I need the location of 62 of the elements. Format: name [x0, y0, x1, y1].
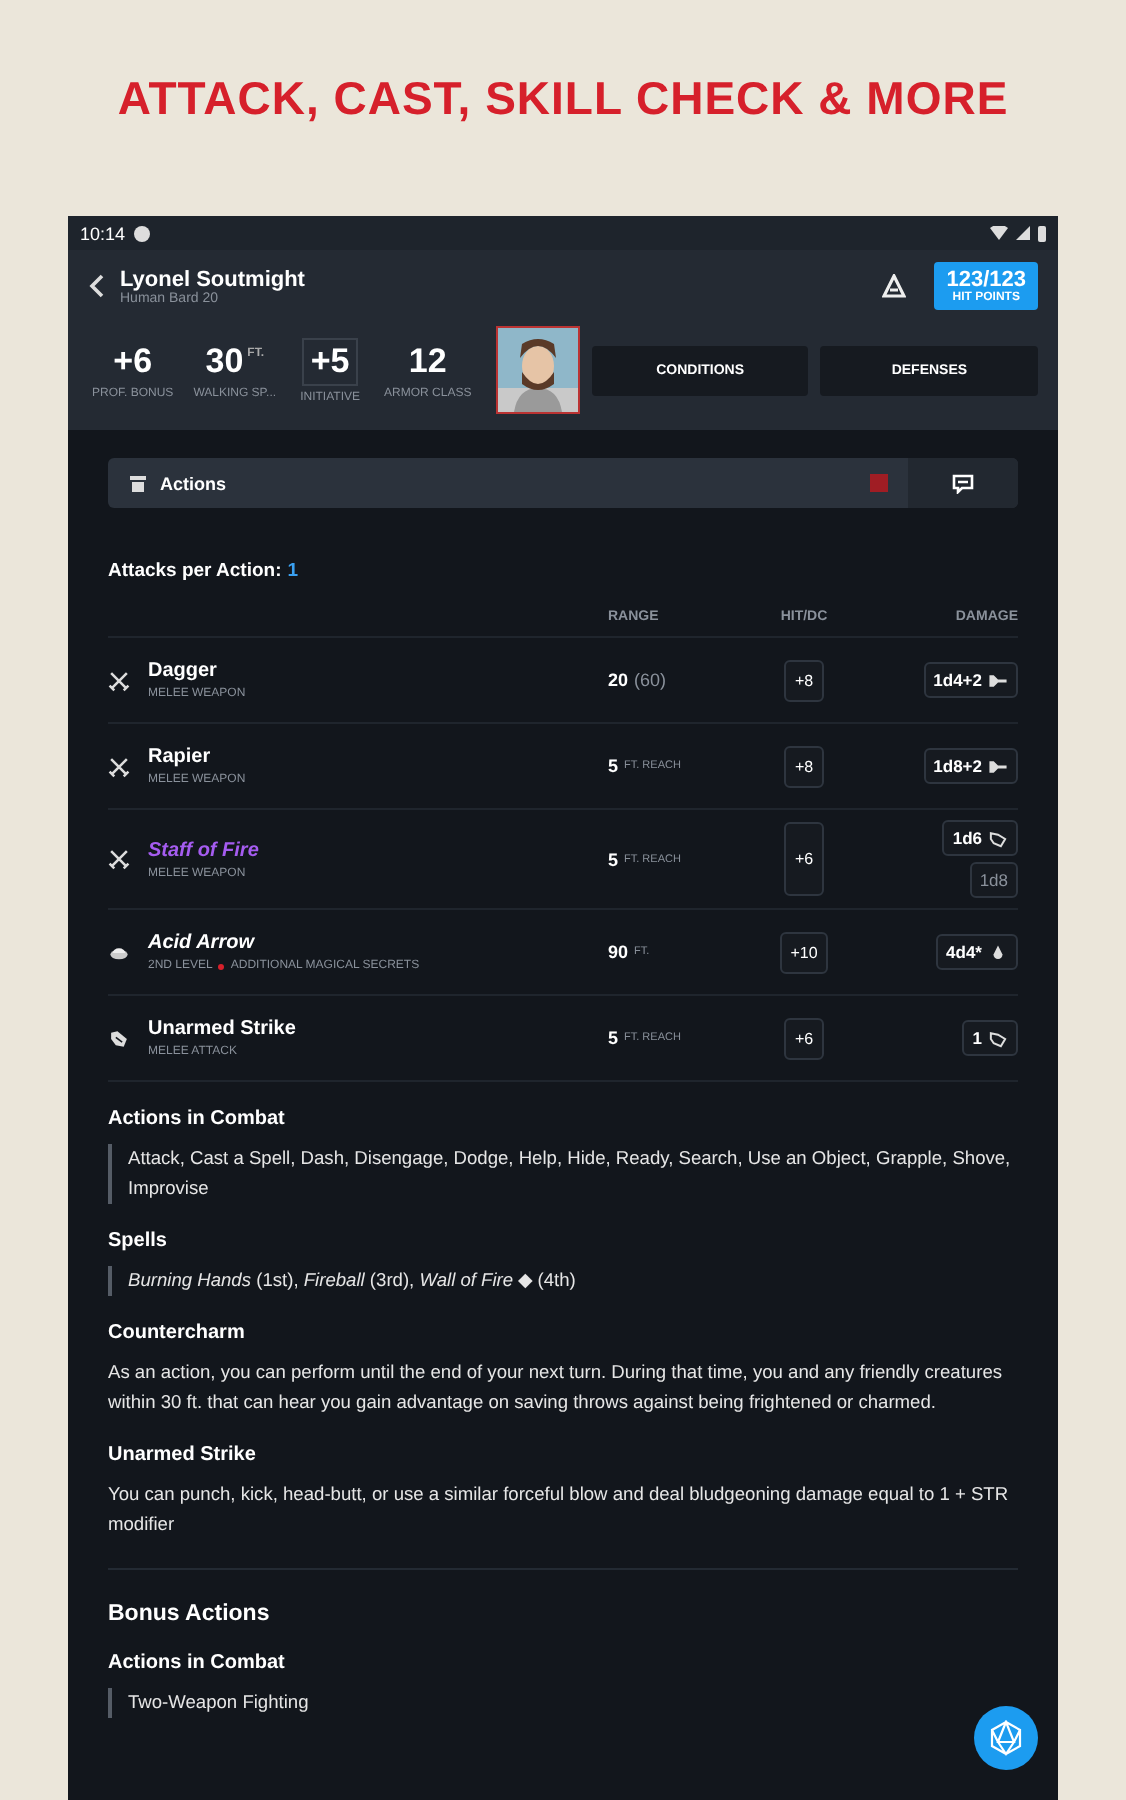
range-note: (60): [634, 670, 667, 690]
attack-name[interactable]: Acid Arrow: [148, 932, 254, 954]
section-bar[interactable]: Actions: [108, 458, 1018, 508]
block-title: Spells: [108, 1230, 169, 1252]
hit-button[interactable]: +6: [784, 1017, 824, 1059]
stat-value[interactable]: +5: [302, 337, 358, 385]
damage-button[interactable]: 1d4+2: [923, 662, 1018, 698]
hit-button[interactable]: +8: [784, 659, 824, 701]
notification-icon: [133, 225, 150, 241]
attack-name[interactable]: Staff of Fire: [148, 839, 259, 861]
headline: ATTACK, CAST, SKILL CHECK & MORE: [117, 71, 1009, 125]
attack-name[interactable]: Unarmed Strike: [148, 1018, 296, 1040]
range-value: 5: [608, 1028, 619, 1048]
dice-button[interactable]: [974, 1706, 1038, 1770]
attacks-per-action-value: 1: [287, 560, 299, 582]
acid-drop-icon: [988, 943, 1008, 961]
range-value: 5: [608, 756, 619, 776]
stat-value: 30$^{FT.}$: [205, 341, 264, 381]
status-time: 10:14: [80, 223, 126, 243]
d20-icon: [988, 1720, 1024, 1756]
back-icon[interactable]: [88, 272, 108, 300]
damage-button[interactable]: 1d8+2: [923, 748, 1018, 784]
block-title: Actions in Combat: [108, 1652, 287, 1674]
piercing-icon: [988, 757, 1008, 775]
wifi-icon: [990, 226, 1008, 240]
range-value: 90: [608, 942, 629, 962]
block-text: As an action, you can perform until the end of your next turn. During that time, you and any friendly creatures within 30 ft. that can hear you gain advantage on saving throws against being frightened or charmed.: [108, 1360, 1005, 1416]
piercing-icon: [988, 671, 1008, 689]
damage-button[interactable]: 4d4*: [936, 934, 1018, 970]
range-value: 5: [608, 849, 619, 869]
notes-button[interactable]: [908, 458, 1018, 508]
attack-name[interactable]: Dagger: [148, 660, 217, 682]
battery-icon: [1038, 225, 1046, 241]
hit-button[interactable]: +6: [784, 822, 824, 896]
hit-button[interactable]: +10: [780, 931, 828, 973]
signal-icon: [1016, 226, 1030, 240]
stat-value: +6: [113, 341, 153, 381]
actions-icon: [128, 473, 148, 493]
character-name: Lyonel Soutmight: [120, 267, 307, 291]
block-text: You can punch, kick, head-butt, or use a similar forceful blow and deal bludgeoning damage equal to 1 + STR modifier: [108, 1482, 1011, 1538]
block-title: Unarmed Strike: [108, 1444, 258, 1466]
section-title: Actions: [160, 473, 227, 493]
separator-dot: [218, 963, 225, 969]
crossed-swords-icon: [108, 669, 130, 691]
attack-name[interactable]: Rapier: [148, 746, 211, 768]
stat-value: 12: [408, 341, 447, 381]
block-text: Attack, Cast a Spell, Dash, Disengage, Dodge, Help, Hide, Ready, Search, Use an Object, Grapple, Shove, Improvise: [108, 1144, 1018, 1204]
damage-button[interactable]: 1: [962, 1020, 1018, 1056]
block-title: Actions in Combat: [108, 1108, 287, 1130]
bonus-actions-heading: Bonus Actions: [108, 1602, 272, 1626]
block-title: Countercharm: [108, 1322, 247, 1344]
triangle-icon[interactable]: [882, 274, 907, 298]
hit-button[interactable]: +8: [784, 745, 824, 787]
crossed-swords-icon: [108, 848, 130, 870]
fist-icon: [108, 1027, 130, 1049]
range-value: 20: [608, 670, 629, 690]
attacks-per-action-label: Attacks per Action:: [108, 560, 282, 582]
crossed-swords-icon: [108, 755, 130, 777]
chat-icon: [952, 473, 974, 493]
block-text: Burning Hands (1st), Fireball (3rd), Wall of Fire ◆ (4th): [108, 1266, 1018, 1296]
damage-button[interactable]: 1d6: [942, 820, 1018, 856]
damage-button[interactable]: 1d8: [969, 862, 1018, 898]
